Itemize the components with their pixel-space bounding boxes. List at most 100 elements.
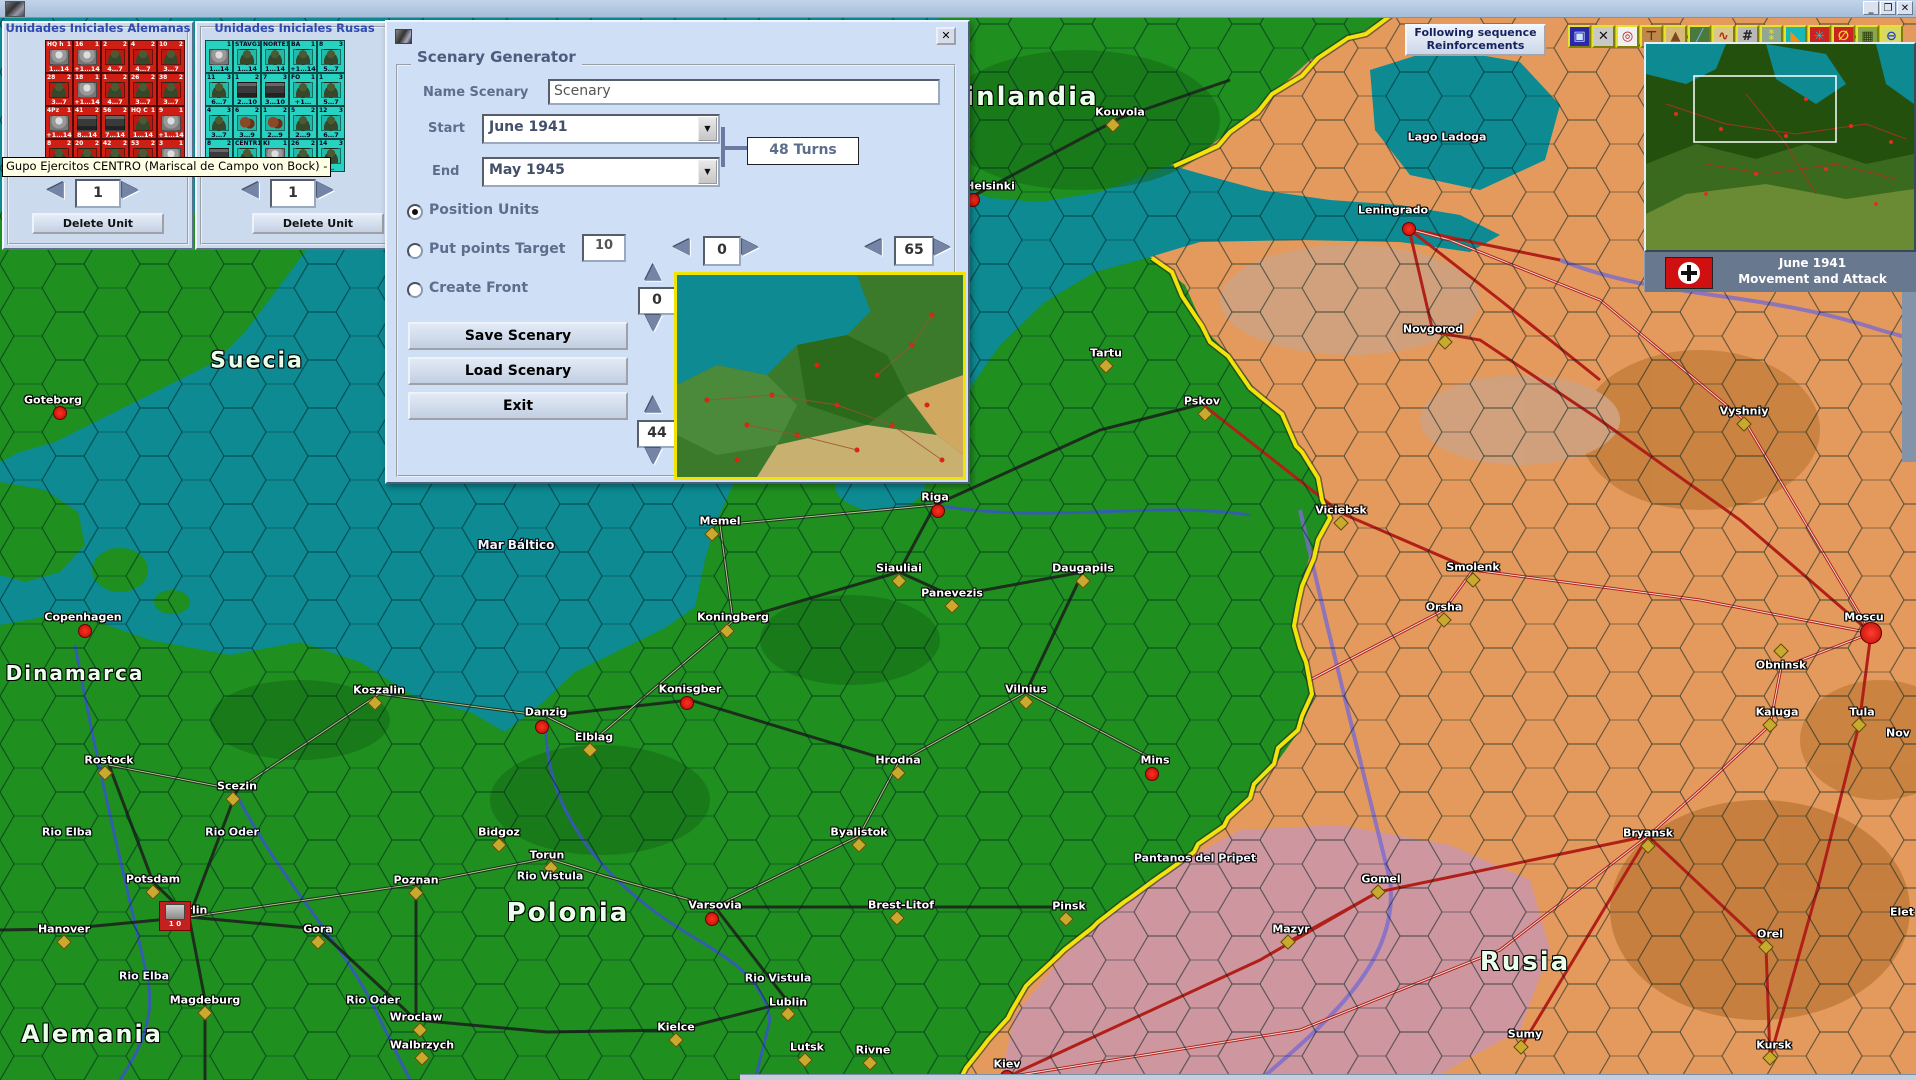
restore-button[interactable]: ❐ [1880,1,1896,15]
radio-dot[interactable] [407,282,423,298]
end-dropdown-arrow[interactable]: ▼ [698,160,717,184]
map-label: Rio Elba [42,826,92,839]
unit-counter[interactable]: 4Pz1+1…14 [45,106,73,139]
end-value: May 1945 [489,162,565,178]
end-dropdown[interactable]: May 1945 ▼ [482,157,720,187]
unit-counter[interactable]: 835…7 [317,40,345,73]
close-button[interactable]: ✕ [1897,1,1913,15]
unit-counter[interactable]: 5627…14 [101,106,129,139]
german-delete-unit-button[interactable]: Delete Unit [32,213,164,234]
unit-counter[interactable]: HQ h11…14 [45,40,73,73]
city-marker[interactable] [1402,222,1416,236]
scroll-right-arrow[interactable]: ▶ [742,235,759,259]
unit-counter[interactable]: 2823…7 [45,73,73,106]
map-unit-counter[interactable]: 1 0 [159,901,191,931]
exit-button[interactable]: Exit [408,392,628,420]
scroll-x-box[interactable]: 0 [703,236,741,266]
scroll-down2-arrow[interactable]: ▼ [645,444,662,468]
unit-counter[interactable]: 11…14 [205,40,233,73]
unit-counter[interactable]: 122…10 [233,73,261,106]
overview-minimap[interactable] [1644,42,1916,252]
bottom-scroll-strip[interactable] [740,1074,1916,1080]
unit-counter[interactable]: 1136…7 [205,73,233,106]
minimize-button[interactable]: _ [1863,1,1879,15]
scroll-left-arrow[interactable]: ◀ [673,235,690,259]
unit-counter[interactable]: 733…10 [261,73,289,106]
end-label: End [432,164,459,179]
german-next-arrow[interactable]: ▶ [122,178,139,202]
unit-counter[interactable]: 623…9 [233,106,261,139]
scroll-down-arrow[interactable]: ▼ [645,311,662,335]
map-label: Dinamarca [6,661,145,685]
name-scenary-input[interactable]: Scenary [548,79,940,105]
unit-art [321,115,341,131]
russian-prev-arrow[interactable]: ◀ [242,178,259,202]
radio-dot[interactable] [407,204,423,220]
unit-counter[interactable]: 1023…7 [157,40,185,73]
unit-counter[interactable]: 122…9 [261,106,289,139]
scroll-up2-arrow[interactable]: ▲ [645,392,662,416]
unit-counter[interactable]: NORTE11…14 [261,40,289,73]
city-marker[interactable] [535,720,549,734]
radio-dot[interactable] [407,243,423,259]
sequence-panel[interactable]: Following sequence Reinforcements [1405,24,1546,56]
map-label: Pinsk [1052,900,1086,913]
unit-counter[interactable]: 161+1…14 [73,40,101,73]
map-label: Goteborg [24,394,82,407]
city-marker[interactable] [78,624,92,638]
turn-status-text: June 1941 Movement and Attack [1715,255,1910,287]
german-units-panel: Unidades Iniciales Alemanas HQ h11…14161… [2,21,194,250]
unit-counter[interactable]: STAVG11…14 [233,40,261,73]
unit-counter[interactable]: HQ C11…14 [129,106,157,139]
unit-art [105,49,125,65]
unit-counter[interactable]: 135…7 [317,73,345,106]
unit-counter[interactable]: FO1+1… [289,73,317,106]
delete-button[interactable]: ✕ [1592,25,1615,48]
start-dropdown[interactable]: June 1941 ▼ [482,114,720,144]
scroll-up-arrow[interactable]: ▲ [645,260,662,284]
save-button[interactable]: ▣ [1568,25,1591,48]
target-button[interactable]: ◎ [1616,25,1639,48]
map-label: Koszalin [353,684,405,697]
russian-next-arrow[interactable]: ▶ [317,178,334,202]
unit-counter[interactable]: 91+1…14 [157,106,185,139]
city-marker[interactable] [931,504,945,518]
map-label: Smolenk [1446,561,1499,574]
map-label: Memel [699,515,740,528]
unit-counter[interactable]: 2623…7 [129,73,157,106]
city-marker[interactable] [680,696,694,710]
city-marker[interactable] [53,406,67,420]
save-scenary-button[interactable]: Save Scenary [408,322,628,350]
unit-counter[interactable]: 424…7 [129,40,157,73]
scroll-x2-box[interactable]: 65 [894,236,934,266]
unit-counter[interactable]: 3823…7 [157,73,185,106]
map-label: Kursk [1756,1039,1791,1052]
scenario-preview-map[interactable] [674,272,966,480]
unit-counter[interactable]: 522…9 [289,106,317,139]
map-label: Byalistok [830,826,887,839]
german-page-box[interactable]: 1 [75,179,121,208]
russian-delete-unit-button[interactable]: Delete Unit [252,213,384,234]
unit-counter[interactable]: 433…7 [205,106,233,139]
unit-counter[interactable]: 124…7 [101,73,129,106]
unit-counter[interactable]: 1236…7 [317,106,345,139]
dialog-close-button[interactable]: ✕ [936,27,956,45]
city-marker[interactable] [705,912,719,926]
city-marker[interactable] [1860,622,1882,644]
load-scenary-button[interactable]: Load Scenary [408,357,628,385]
scroll-right2-arrow[interactable]: ▶ [934,235,951,259]
russian-page-box[interactable]: 1 [270,179,316,208]
target-points-input[interactable]: 10 [582,234,626,262]
unit-counter[interactable]: 4128…14 [73,106,101,139]
map-label: Siauliai [876,562,922,575]
unit-counter[interactable]: 224…7 [101,40,129,73]
unit-counter[interactable]: BA1+1…14 [289,40,317,73]
unit-art [77,115,97,131]
german-prev-arrow[interactable]: ◀ [47,178,64,202]
scroll-left2-arrow[interactable]: ◀ [865,235,882,259]
unit-counter[interactable]: 181+1…14 [73,73,101,106]
map-label: Orel [1757,928,1783,941]
turns-box: 48 Turns [747,137,859,165]
city-marker[interactable] [1145,767,1159,781]
start-dropdown-arrow[interactable]: ▼ [698,117,717,141]
